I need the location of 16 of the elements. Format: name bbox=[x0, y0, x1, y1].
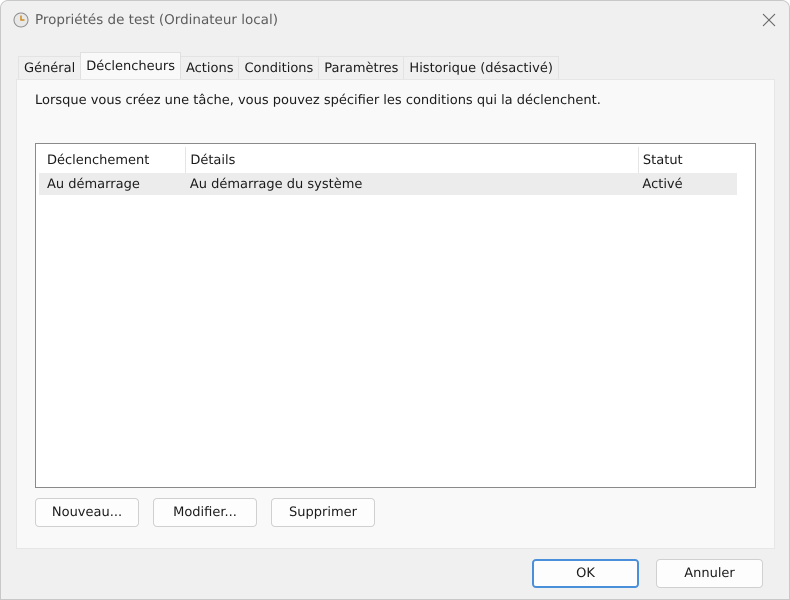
action-button[interactable]: Nouveau... bbox=[35, 498, 139, 527]
column-header[interactable]: Statut bbox=[638, 147, 737, 173]
action-button[interactable]: Supprimer bbox=[271, 498, 375, 527]
clock-icon bbox=[13, 12, 29, 28]
dialog-button[interactable]: Annuler bbox=[656, 559, 763, 588]
tab[interactable]: Déclencheurs bbox=[80, 52, 181, 79]
table-cell[interactable]: Activé bbox=[638, 173, 737, 195]
dialog-button[interactable]: OK bbox=[532, 559, 639, 588]
table-cell[interactable]: Au démarrage du système bbox=[186, 173, 638, 195]
tab[interactable]: Général bbox=[18, 56, 82, 79]
close-icon[interactable] bbox=[761, 12, 777, 28]
window-title: Propriétés de test (Ordinateur local) bbox=[35, 12, 279, 28]
tab[interactable]: Historique (désactivé) bbox=[403, 56, 559, 79]
description-text: Lorsque vous créez une tâche, vous pouvez spécifier les conditions qui la déclenchent. bbox=[35, 93, 602, 108]
table-cell[interactable]: Au démarrage bbox=[39, 173, 186, 195]
action-button[interactable]: Modifier... bbox=[153, 498, 257, 527]
